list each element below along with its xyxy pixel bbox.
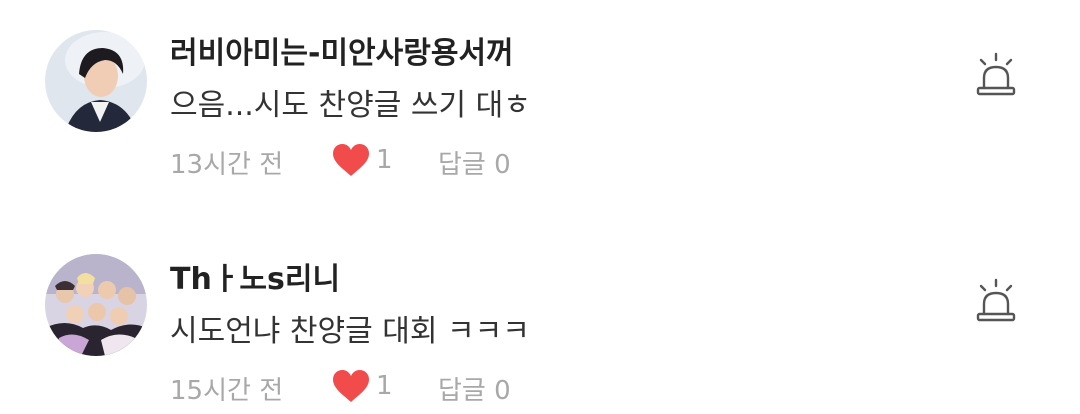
like-count: 1 xyxy=(376,145,393,175)
reply-count: 0 xyxy=(494,376,511,406)
comment-text: 시도언냐 찬양글 대회 ㅋㅋㅋ xyxy=(170,314,530,349)
comment-time: 13시간 전 xyxy=(170,150,284,180)
siren-icon xyxy=(976,52,1016,96)
reply-button[interactable]: 답글 0 xyxy=(438,144,511,181)
avatar-image xyxy=(45,30,147,132)
report-button[interactable] xyxy=(972,50,1020,98)
comment-author[interactable]: 러비아미는-미안사랑용서꺼 xyxy=(170,28,514,72)
heart-icon xyxy=(333,144,369,176)
comment-item: Thㅏ노s리니 시도언냐 찬양글 대회 ㅋㅋㅋ 15시간 전 1 답글 0 xyxy=(0,226,1080,406)
reply-count: 0 xyxy=(494,150,511,180)
avatar[interactable] xyxy=(45,254,147,356)
reply-label: 답글 xyxy=(438,150,486,180)
report-button[interactable] xyxy=(972,276,1020,324)
avatar-image xyxy=(45,254,147,356)
reply-button[interactable]: 답글 0 xyxy=(438,370,511,407)
comment-item: 러비아미는-미안사랑용서꺼 으음...시도 찬양글 쓰기 대ㅎ 13시간 전 1… xyxy=(0,0,1080,180)
heart-icon xyxy=(333,370,369,402)
comment-time: 15시간 전 xyxy=(170,376,284,406)
like-button[interactable]: 1 xyxy=(332,140,393,180)
like-count: 1 xyxy=(376,371,393,401)
comment-text: 으음...시도 찬양글 쓰기 대ㅎ xyxy=(170,88,531,123)
reply-label: 답글 xyxy=(438,376,486,406)
avatar[interactable] xyxy=(45,30,147,132)
siren-icon xyxy=(976,278,1016,322)
comment-author[interactable]: Thㅏ노s리니 xyxy=(170,254,340,298)
like-button[interactable]: 1 xyxy=(332,366,393,406)
